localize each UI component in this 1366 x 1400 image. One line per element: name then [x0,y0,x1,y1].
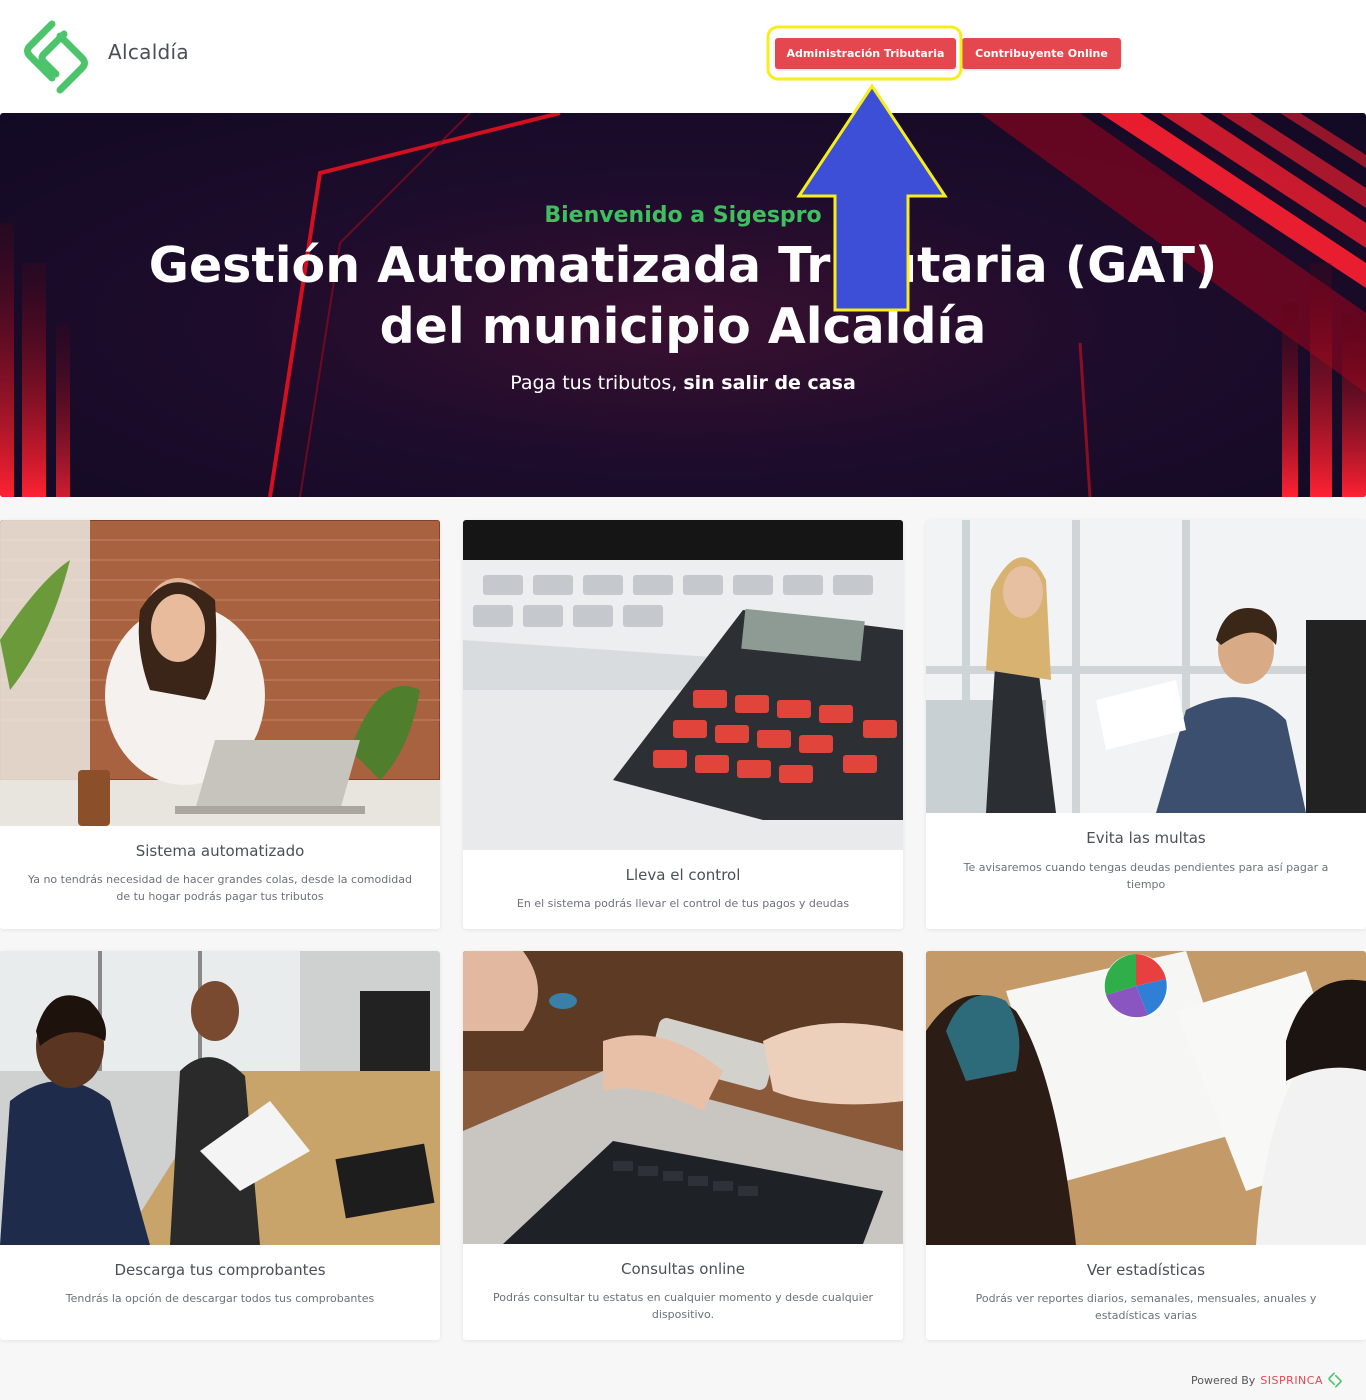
card-title: Descarga tus comprobantes [114,1261,326,1279]
card-description: Tendrás la opción de descargar todos tus… [65,1292,375,1305]
company-logo-icon [1328,1372,1342,1388]
feature-card: Ver estadísticas Podrás ver reportes dia… [926,951,1366,1340]
card-description: En el sistema podrás llevar el control d… [516,897,850,910]
hero-title: Gestión Automatizada Tributaria (GAT) de… [148,237,1218,355]
woman-headset-laptop-image [0,520,440,826]
card-title: Ver estadísticas [1086,1261,1206,1279]
business-meeting-image [926,520,1366,813]
administracion-tributaria-button[interactable]: Administración Tributaria [775,38,956,69]
call-center-image [0,951,440,1245]
card-title: Consultas online [620,1260,746,1278]
hero-tagline: Paga tus tributos, sin salir de casa [0,372,1366,394]
hero-tagline-regular: Paga tus tributos, [510,372,678,394]
card-title: Evita las multas [1086,829,1206,847]
footer-credit: Powered By SISPRINCA [1191,1372,1342,1388]
hero-banner: Bienvenido a Sigespro Gestión Automatiza… [0,113,1366,497]
feature-card: Evita las multas Te avisaremos cuando te… [926,520,1366,929]
feature-card: Lleva el control En el sistema podrás ll… [463,520,903,929]
charts-papers-image [926,951,1366,1245]
card-description: Ya no tendrás necesidad de hacer grandes… [28,873,412,903]
card-description: Te avisaremos cuando tengas deudas pendi… [963,861,1329,891]
card-description: Podrás consultar tu estatus en cualquier… [492,1291,873,1321]
card-description: Podrás ver reportes diarios, semanales, … [975,1292,1317,1322]
card-title: Lleva el control [625,866,741,884]
contribuyente-online-button[interactable]: Contribuyente Online [962,38,1121,69]
hero-subtitle: Bienvenido a Sigespro [544,203,822,228]
site-header: Alcaldía Administración Tributaria Contr… [0,0,1366,113]
card-title: Sistema automatizado [135,842,305,860]
phone-laptop-image [463,951,903,1244]
feature-card: Consultas online Podrás consultar tu est… [463,951,903,1340]
alcaldia-logo-icon[interactable] [22,18,90,96]
hero-tagline-bold: sin salir de casa [683,372,856,394]
feature-card: Sistema automatizado Ya no tendrás neces… [0,520,440,929]
powered-by-label: Powered By [1191,1373,1256,1387]
brand-name: Alcaldía [108,40,189,64]
calculator-keyboard-image [463,520,903,850]
company-link[interactable]: SISPRINCA [1260,1374,1323,1387]
feature-card: Descarga tus comprobantes Tendrás la opc… [0,951,440,1340]
